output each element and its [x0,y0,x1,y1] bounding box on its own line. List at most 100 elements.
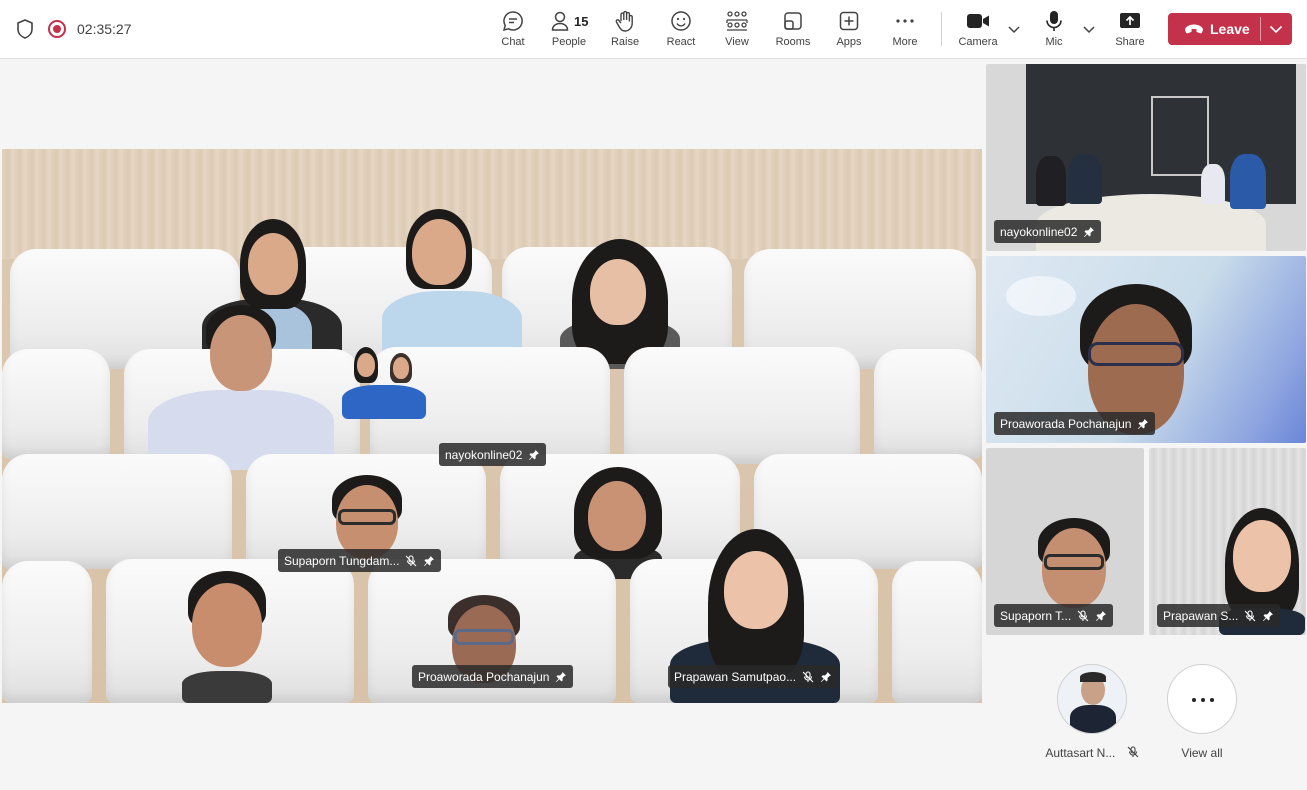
participant-name: Supaporn T... [1000,608,1072,623]
stage-name-tag: Proaworada Pochanajun [412,665,574,688]
video-tile[interactable]: Prapawan S... [1149,448,1306,635]
share-label: Share [1115,36,1145,48]
raise-label: Raise [610,36,640,48]
mic-off-icon [1127,746,1139,758]
participant-video [362,209,542,361]
react-label: React [666,36,696,48]
pin-icon[interactable] [528,449,540,461]
emoji-icon [671,11,691,31]
chevron-down-icon [1269,25,1283,34]
pin-icon[interactable] [820,671,832,683]
shield-icon[interactable] [16,19,34,39]
participant-name: nayokonline02 [445,447,523,462]
person [1068,154,1102,204]
avatar [1057,664,1127,734]
participant-name: Prapawan S... [1163,608,1239,623]
camera-icon [967,14,989,28]
participant-video [342,347,426,419]
rooms-button[interactable]: Rooms [765,8,821,54]
view-label: View [725,36,749,48]
apps-button[interactable]: Apps [821,8,877,54]
participant-name: Auttasart N... [1045,746,1116,760]
participant-video [148,305,334,470]
pin-icon[interactable] [423,555,435,567]
leave-label: Leave [1210,21,1250,37]
chat-button[interactable]: Chat [485,8,541,54]
people-label: People [551,36,587,48]
view-all-participants[interactable]: View all [1162,664,1242,760]
leave-options-button[interactable] [1260,13,1292,45]
toolbar-divider [941,12,942,46]
call-timer: 02:35:27 [77,21,132,37]
mic-label: Mic [1045,36,1063,48]
share-icon [1120,13,1140,28]
view-button[interactable]: View [709,8,765,54]
view-all-label: View all [1181,746,1223,760]
tile-name-tag: nayokonline02 [994,220,1102,243]
mic-button[interactable]: Mic [1026,8,1082,54]
pin-icon[interactable] [1083,226,1095,238]
person [1201,164,1225,204]
camera-options-chevron-icon[interactable] [1007,22,1021,36]
pin-icon[interactable] [1262,610,1274,622]
roster-participant[interactable]: Auttasart N... [1040,664,1144,760]
pin-icon[interactable] [1095,610,1107,622]
participant-name: Proaworada Pochanajun [418,669,550,684]
mic-off-icon [1244,609,1256,621]
participant-name: nayokonline02 [1000,224,1078,239]
raise-hand-button[interactable]: Raise [597,8,653,54]
share-button[interactable]: Share [1102,8,1158,54]
together-mode-stage: nayokonline02 Supaporn Tungdam... Proawo… [2,149,982,703]
hang-up-icon [1185,24,1203,34]
seat [2,349,110,459]
apps-label: Apps [836,36,862,48]
camera-button[interactable]: Camera [950,8,1006,54]
mic-options-chevron-icon[interactable] [1082,22,1096,36]
chat-label: Chat [501,36,525,48]
background-shape [1006,276,1076,316]
tile-name-tag: Proaworada Pochanajun [994,412,1156,435]
seat [892,561,982,703]
video-tile[interactable]: nayokonline02 [986,64,1306,251]
rooms-icon [784,12,802,30]
tile-name-tag: Prapawan S... [1157,604,1281,627]
leave-button-group: Leave [1168,13,1292,45]
participant-name: Prapawan Samutpao... [674,669,797,684]
stage-name-tag: nayokonline02 [439,443,547,466]
people-button[interactable]: 15 People [541,8,597,54]
camera-label: Camera [958,36,998,48]
seat [874,349,982,459]
people-count: 15 [574,14,589,29]
tile-name-tag: Supaporn T... [994,604,1114,627]
mic-off-icon [406,554,417,566]
participant-name: Supaporn Tungdam... [284,553,400,568]
more-button[interactable]: More [877,8,933,54]
meeting-toolbar: 02:35:27 Chat 15 People Raise React View… [0,0,1307,59]
video-tile[interactable]: Proaworada Pochanajun [986,256,1306,443]
seat [2,454,232,569]
more-label: More [892,36,918,48]
pin-icon[interactable] [1137,418,1149,430]
mic-off-icon [802,670,814,682]
seat [2,561,92,703]
stage-name-tag: Supaporn Tungdam... [278,549,442,572]
person [1036,156,1066,206]
pin-icon[interactable] [555,671,567,683]
stage-name-tag: Prapawan Samutpao... [668,665,839,688]
rooms-label: Rooms [775,36,811,48]
hand-icon [615,10,633,32]
roster-name-row: Auttasart N... [1040,746,1144,760]
people-icon [551,11,569,31]
view-all-button[interactable] [1167,664,1237,734]
more-icon [1192,698,1214,702]
mic-off-icon [1077,609,1089,621]
more-icon [896,19,914,23]
seat [624,347,860,464]
video-tile[interactable]: Supaporn T... [986,448,1144,635]
leave-button[interactable]: Leave [1168,13,1260,45]
participant-video [182,571,272,703]
view-icon [726,11,748,31]
participant-name: Proaworada Pochanajun [1000,416,1132,431]
recording-icon [48,20,66,38]
react-button[interactable]: React [653,8,709,54]
